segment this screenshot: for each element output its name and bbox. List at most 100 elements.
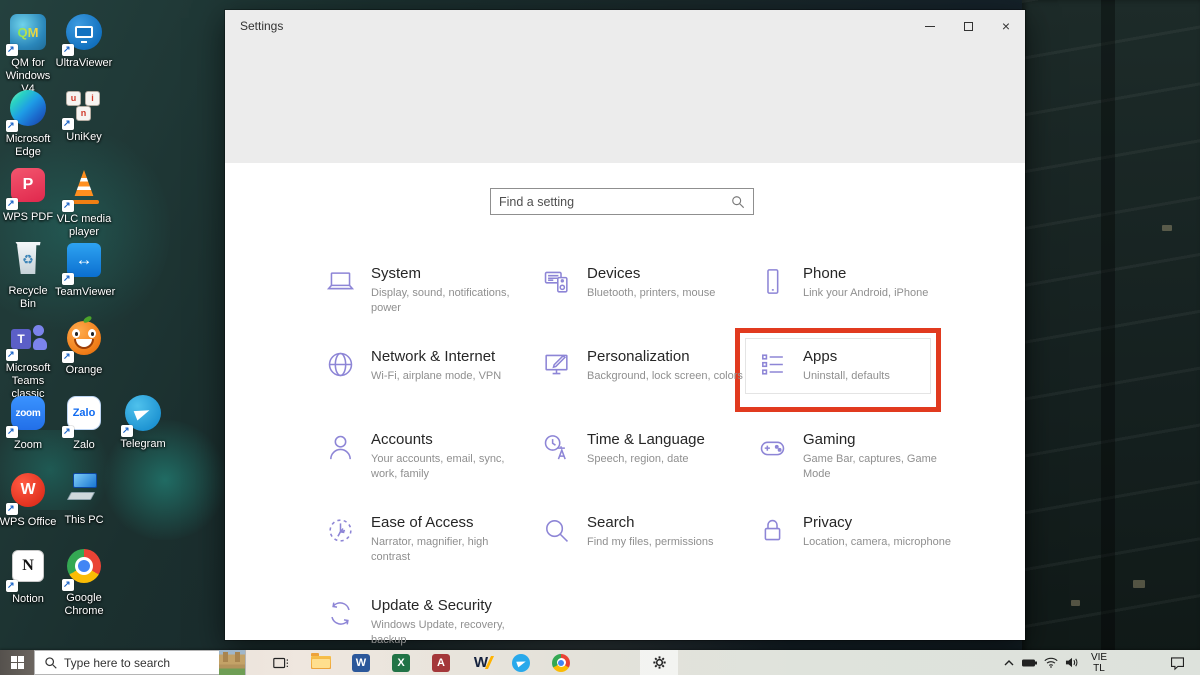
category-title: Privacy bbox=[803, 514, 951, 531]
taskbar-settings[interactable] bbox=[640, 650, 678, 675]
category-subtitle: Background, lock screen, colors bbox=[587, 369, 743, 384]
settings-category-apps[interactable]: AppsUninstall, defaults bbox=[757, 343, 973, 426]
start-button[interactable] bbox=[0, 650, 34, 675]
desktop-icon-teams[interactable]: T Microsoft Teams classic bbox=[0, 317, 57, 401]
shortcut-arrow-icon bbox=[6, 580, 18, 592]
desktop-icon-orange[interactable]: Orange bbox=[55, 317, 113, 377]
taskbar-telegram[interactable] bbox=[502, 650, 540, 675]
desktop-icon-zoom[interactable]: zoom Zoom bbox=[0, 393, 57, 452]
tray-expand-chevron[interactable] bbox=[998, 650, 1019, 675]
shortcut-arrow-icon bbox=[62, 426, 74, 438]
desktop-icon-ultraviewer[interactable]: UltraViewer bbox=[55, 12, 113, 70]
shortcut-arrow-icon bbox=[6, 349, 18, 361]
desktop-icon-label: Google Chrome bbox=[55, 592, 113, 618]
shortcut-arrow-icon bbox=[6, 44, 18, 56]
maximize-icon bbox=[964, 22, 973, 31]
taskbar-chrome[interactable] bbox=[542, 650, 580, 675]
personalization-icon bbox=[541, 349, 572, 380]
category-title: Accounts bbox=[371, 431, 529, 448]
shortcut-arrow-icon bbox=[62, 200, 74, 212]
desktop-icon-label: This PC bbox=[55, 514, 113, 527]
find-a-setting-search[interactable] bbox=[490, 188, 754, 215]
settings-category-accounts[interactable]: AccountsYour accounts, email, sync, work… bbox=[325, 426, 541, 509]
action-center-button[interactable] bbox=[1160, 650, 1194, 675]
desktop-icon-vlc[interactable]: VLC media player bbox=[55, 165, 113, 239]
shortcut-arrow-icon bbox=[121, 425, 133, 437]
taskbar-file-explorer[interactable] bbox=[302, 650, 340, 675]
taskbar-search-input[interactable] bbox=[64, 656, 219, 670]
taskbar-search-box[interactable] bbox=[34, 650, 246, 675]
shortcut-arrow-icon bbox=[62, 351, 74, 363]
desktop-icon-teamviewer[interactable]: ↔ TeamViewer bbox=[55, 240, 113, 299]
settings-category-personalization[interactable]: PersonalizationBackground, lock screen, … bbox=[541, 343, 757, 426]
chrome-icon bbox=[552, 654, 570, 672]
category-title: Search bbox=[587, 514, 714, 531]
update-security-icon bbox=[325, 598, 356, 629]
time-language-icon bbox=[541, 432, 572, 463]
settings-category-ease-of-access[interactable]: Ease of AccessNarrator, magnifier, high … bbox=[325, 509, 541, 592]
language-line1: VIE bbox=[1082, 652, 1116, 663]
tray-wifi[interactable] bbox=[1040, 650, 1061, 675]
tray-battery[interactable] bbox=[1019, 650, 1040, 675]
desktop-icon-label: WPS Office bbox=[0, 516, 57, 529]
settings-category-devices[interactable]: DevicesBluetooth, printers, mouse bbox=[541, 260, 757, 343]
search-icon bbox=[44, 656, 58, 670]
minimize-button[interactable] bbox=[911, 12, 949, 40]
chevron-up-icon bbox=[1003, 658, 1015, 668]
wifi-icon bbox=[1043, 656, 1059, 669]
category-title: Time & Language bbox=[587, 431, 705, 448]
settings-category-time-language[interactable]: Time & LanguageSpeech, region, date bbox=[541, 426, 757, 509]
find-a-setting-input[interactable] bbox=[491, 195, 731, 209]
close-button[interactable]: × bbox=[987, 12, 1025, 40]
system-icon bbox=[325, 266, 356, 297]
search-highlight-image[interactable] bbox=[219, 650, 245, 675]
language-line2: TL bbox=[1082, 663, 1116, 674]
category-subtitle: Bluetooth, printers, mouse bbox=[587, 286, 715, 301]
search-category-icon bbox=[541, 515, 572, 546]
battery-icon bbox=[1021, 657, 1038, 669]
settings-category-phone[interactable]: Phone Link your Android, iPhone bbox=[757, 260, 973, 343]
language-indicator[interactable]: VIE TL bbox=[1082, 652, 1116, 674]
desktop-icon-unikey[interactable]: u i n UniKey bbox=[55, 88, 113, 144]
category-subtitle: Location, camera, microphone bbox=[803, 535, 951, 550]
desktop-icon-recycle-bin[interactable]: ♻ Recycle Bin bbox=[0, 240, 57, 311]
desktop-icon-wps-office[interactable]: W WPS Office bbox=[0, 470, 57, 529]
shortcut-arrow-icon bbox=[6, 120, 18, 132]
task-view-button[interactable] bbox=[262, 650, 300, 675]
settings-window: Settings × SystemDisplay, sound, notific… bbox=[225, 10, 1025, 640]
telegram-icon bbox=[512, 654, 530, 672]
shortcut-arrow-icon bbox=[62, 273, 74, 285]
tray-volume[interactable] bbox=[1061, 650, 1082, 675]
category-title: Ease of Access bbox=[371, 514, 529, 531]
settings-category-search[interactable]: SearchFind my files, permissions bbox=[541, 509, 757, 592]
desktop-icon-wps-pdf[interactable]: P WPS PDF bbox=[0, 165, 57, 224]
taskbar-word[interactable]: W bbox=[342, 650, 380, 675]
category-subtitle: Link your Android, iPhone bbox=[803, 286, 928, 301]
desktop-icon-qm-for-windows[interactable]: QM QM for Windows V4 bbox=[0, 12, 57, 96]
category-title: System bbox=[371, 265, 529, 282]
category-title: Phone bbox=[803, 265, 928, 282]
settings-category-gaming[interactable]: GamingGame Bar, captures, Game Mode bbox=[757, 426, 973, 509]
settings-category-network[interactable]: Network & InternetWi-Fi, airplane mode, … bbox=[325, 343, 541, 426]
desktop-icon-notion[interactable]: N Notion bbox=[0, 546, 57, 606]
category-subtitle: Uninstall, defaults bbox=[803, 369, 890, 384]
excel-icon: X bbox=[392, 654, 410, 672]
taskbar-access[interactable]: A bbox=[422, 650, 460, 675]
this-pc-icon bbox=[65, 471, 103, 509]
taskbar-excel[interactable]: X bbox=[382, 650, 420, 675]
settings-category-privacy[interactable]: Privacy Location, camera, microphone bbox=[757, 509, 973, 592]
search-icon bbox=[731, 195, 745, 209]
close-icon: × bbox=[1002, 19, 1010, 33]
desktop-icon-chrome[interactable]: Google Chrome bbox=[55, 546, 113, 618]
category-subtitle: Game Bar, captures, Game Mode bbox=[803, 452, 961, 482]
shortcut-arrow-icon bbox=[62, 579, 74, 591]
maximize-button[interactable] bbox=[949, 12, 987, 40]
desktop-icon-microsoft-edge[interactable]: Microsoft Edge bbox=[0, 88, 57, 159]
desktop-icon-zalo[interactable]: Zalo Zalo bbox=[55, 393, 113, 452]
desktop-icon-this-pc[interactable]: This PC bbox=[55, 470, 113, 527]
titlebar: Settings × bbox=[225, 10, 1025, 42]
taskbar-w-lightning-app[interactable]: W bbox=[462, 650, 500, 675]
desktop-icon-label: Microsoft Edge bbox=[0, 133, 57, 159]
settings-category-system[interactable]: SystemDisplay, sound, notifications, pow… bbox=[325, 260, 541, 343]
desktop-icon-telegram[interactable]: Telegram bbox=[114, 393, 172, 451]
